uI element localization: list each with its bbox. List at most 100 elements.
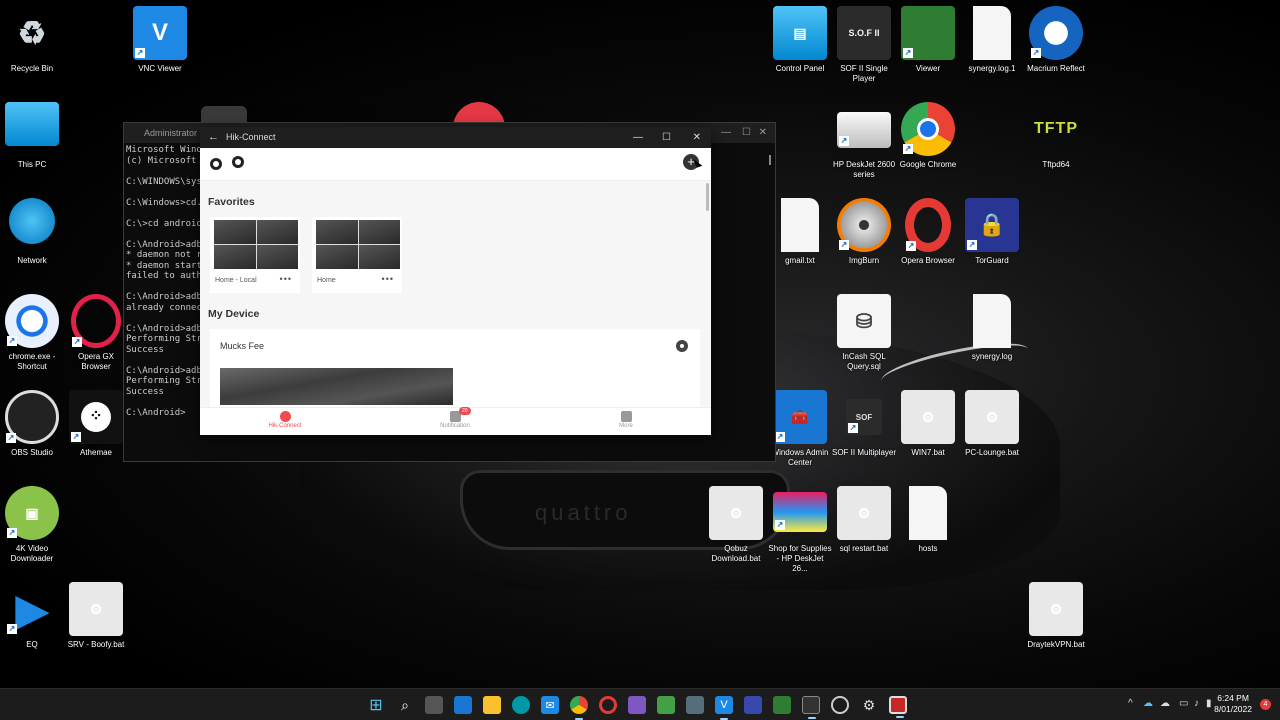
clock[interactable]: 6:24 PM 8/01/2022 <box>1214 693 1252 715</box>
desktop-icon-viewer[interactable]: ↗ Viewer <box>896 6 960 74</box>
more-icon[interactable]: ••• <box>280 274 292 284</box>
desktop-icon-opera-browser[interactable]: ↗ Opera Browser <box>896 198 960 266</box>
macrium-icon: ↗ <box>1029 6 1083 60</box>
hik-connect-window[interactable]: ← Hik-Connect — ☐ ✕ + Favorites Home - L… <box>200 127 711 435</box>
mail-icon[interactable]: ✉ <box>541 696 559 714</box>
obs-icon[interactable] <box>831 696 849 714</box>
favorite-card[interactable]: Home ••• <box>312 217 402 293</box>
cmd-scrollbar[interactable] <box>769 155 771 165</box>
desktop: quattro ♻ Recycle Bin V ↗ VNC Viewer This… <box>0 0 1280 720</box>
vnc-icon[interactable]: V <box>715 696 733 720</box>
desktop-icon-macrium-reflect[interactable]: ↗ Macrium Reflect <box>1024 6 1088 74</box>
search-icon[interactable]: ⌕ <box>396 696 414 714</box>
desktop-icon-tftpd64[interactable]: TFTP Tftpd64 <box>1024 102 1088 170</box>
desktop-icon-pc-lounge-bat[interactable]: ⚙ PC-Lounge.bat <box>960 390 1024 458</box>
minimize-icon[interactable]: — <box>721 123 731 143</box>
desktop-icon-label: Viewer <box>915 64 941 73</box>
desktop-icon-synergy-log-1[interactable]: synergy.log.1 <box>960 6 1024 74</box>
speaker-icon[interactable]: ♪ <box>1194 698 1199 709</box>
desktop-icon-sql-restart[interactable]: ⚙ sql restart.bat <box>832 486 896 554</box>
desktop-icon-network[interactable]: Network <box>0 198 64 266</box>
desktop-icon-label: TorGuard <box>975 256 1009 265</box>
desktop-icon-4k-video-downloader[interactable]: ▣ ↗ 4K Video Downloader <box>0 486 64 564</box>
close-icon[interactable]: ✕ <box>693 127 701 148</box>
desktop-icon-srv-boofy[interactable]: ⚙ SRV - Boofy.bat <box>64 582 128 650</box>
nav-more[interactable]: More <box>586 408 666 429</box>
chevron-up-icon[interactable]: ^ <box>1128 698 1133 709</box>
back-arrow-icon[interactable]: ← <box>208 127 219 148</box>
camera-thumbnail-grid <box>214 220 298 269</box>
desktop-icon-draytek-vpn[interactable]: ⚙ DraytekVPN.bat <box>1024 582 1088 650</box>
desktop-icon-shop-for-supplies[interactable]: ↗ Shop for Supplies - HP DeskJet 26... <box>768 486 832 574</box>
desktop-icon-obs-studio[interactable]: ↗ OBS Studio <box>0 390 64 458</box>
visual-studio-icon[interactable] <box>628 696 646 714</box>
desktop-icon-incash-sql[interactable]: ⛁ InCash SQL Query.sql <box>832 294 896 372</box>
desktop-icon-hosts[interactable]: hosts <box>896 486 960 554</box>
opera-icon[interactable] <box>599 696 617 714</box>
desktop-icon-control-panel[interactable]: ▤ Control Panel <box>768 6 832 74</box>
desktop-icon-chrome-shortcut[interactable]: ↗ chrome.exe - Shortcut <box>0 294 64 372</box>
desktop-icon-label: OBS Studio <box>11 448 53 457</box>
terminal-icon[interactable] <box>802 696 820 719</box>
notification-badge[interactable]: 4 <box>1260 699 1271 710</box>
desktop-icon-opera-gx[interactable]: ↗ Opera GX Browser <box>64 294 128 372</box>
favorite-card[interactable]: Home - Local ••• <box>210 217 300 293</box>
hik-scrollbar[interactable] <box>706 183 709 211</box>
desktop-icon-label: Opera GX Browser <box>77 352 114 371</box>
battery-icon[interactable]: ▮ <box>1206 698 1212 709</box>
spreadsheet-icon[interactable] <box>773 696 791 714</box>
desktop-icon-recycle-bin[interactable]: ♻ Recycle Bin <box>0 6 64 74</box>
desktop-icon-torguard[interactable]: 🔒 ↗ TorGuard <box>960 198 1024 266</box>
desktop-icon-windows-admin-center[interactable]: 🧰 ↗ Windows Admin Center <box>768 390 832 468</box>
maximize-icon[interactable]: ☐ <box>742 123 751 143</box>
vpn-icon[interactable] <box>686 696 704 714</box>
nav-hik-connect[interactable]: Hik-Connect <box>245 408 325 429</box>
desktop-icon-label: This PC <box>17 160 47 169</box>
desktop-icon-eq[interactable]: ▶ ↗ EQ <box>0 582 64 650</box>
desktop-icon-vnc-viewer[interactable]: V ↗ VNC Viewer <box>128 6 192 74</box>
desktop-icon-win7-bat[interactable]: ⚙ WIN7.bat <box>896 390 960 458</box>
desktop-icon-hp-deskjet[interactable]: ↗ HP DeskJet 2600 series <box>832 102 896 180</box>
hik-titlebar[interactable]: ← Hik-Connect — ☐ ✕ <box>200 127 711 148</box>
hik-connect-icon[interactable] <box>889 696 907 718</box>
minimize-icon[interactable]: — <box>633 127 643 148</box>
target-icon[interactable] <box>232 156 244 168</box>
file-explorer-icon[interactable] <box>483 696 501 714</box>
desktop-icon-gmail-txt[interactable]: gmail.txt <box>768 198 832 266</box>
desktop-icon-label: SOF II Multiplayer <box>832 448 897 457</box>
desktop-icon-imgburn[interactable]: ↗ ImgBurn <box>832 198 896 266</box>
maximize-icon[interactable]: ☐ <box>662 127 671 148</box>
windows-start-icon[interactable]: ⊞ <box>367 696 385 714</box>
settings-icon[interactable] <box>676 340 688 352</box>
desktop-icon-this-pc[interactable]: This PC <box>0 102 64 170</box>
more-icon[interactable]: ••• <box>382 274 394 284</box>
desktop-icon-sof-multiplayer[interactable]: SOF ↗ SOF II Multiplayer <box>832 390 896 458</box>
desktop-icon-label: synergy.log.1 <box>968 64 1016 73</box>
vnc-icon: V ↗ <box>133 6 187 60</box>
chrome-icon: ↗ <box>5 294 59 348</box>
nav-notification[interactable]: 20 Notification <box>415 407 495 429</box>
task-view-icon[interactable] <box>425 696 443 714</box>
settings-icon[interactable]: ⚙ <box>860 696 878 714</box>
teams-icon[interactable] <box>744 696 762 714</box>
desktop-icon-label: Macrium Reflect <box>1027 64 1085 73</box>
play-circle-icon[interactable] <box>210 158 222 170</box>
desktop-icon-sof-single[interactable]: S.O.F II SOF II Single Player <box>832 6 896 84</box>
desktop-icon-google-chrome[interactable]: ↗ Google Chrome <box>896 102 960 170</box>
device-card[interactable]: Mucks Fee <box>210 329 700 417</box>
desktop-icon-label: HP DeskJet 2600 series <box>832 160 896 179</box>
widgets-icon[interactable] <box>454 696 472 714</box>
cloud-icon[interactable]: ☁ <box>1143 698 1153 709</box>
onedrive-icon[interactable]: ☁ <box>1160 698 1170 709</box>
chrome-icon[interactable] <box>570 696 588 720</box>
tftp-icon: TFTP <box>1034 120 1078 137</box>
close-icon[interactable]: ✕ <box>759 123 767 143</box>
camera-preview[interactable] <box>220 368 453 405</box>
notification-badge: 20 <box>459 407 471 415</box>
desktop-icon-synergy-log[interactable]: synergy.log <box>960 294 1024 362</box>
edge-icon[interactable] <box>512 696 530 714</box>
monitor-icon[interactable]: ▭ <box>1179 698 1188 709</box>
app-icon[interactable] <box>657 696 675 714</box>
desktop-icon-athemae[interactable]: ⁘ ↗ Athemae <box>64 390 128 458</box>
desktop-icon-qobuz-download[interactable]: ⚙ Qobuz Download.bat <box>704 486 768 564</box>
